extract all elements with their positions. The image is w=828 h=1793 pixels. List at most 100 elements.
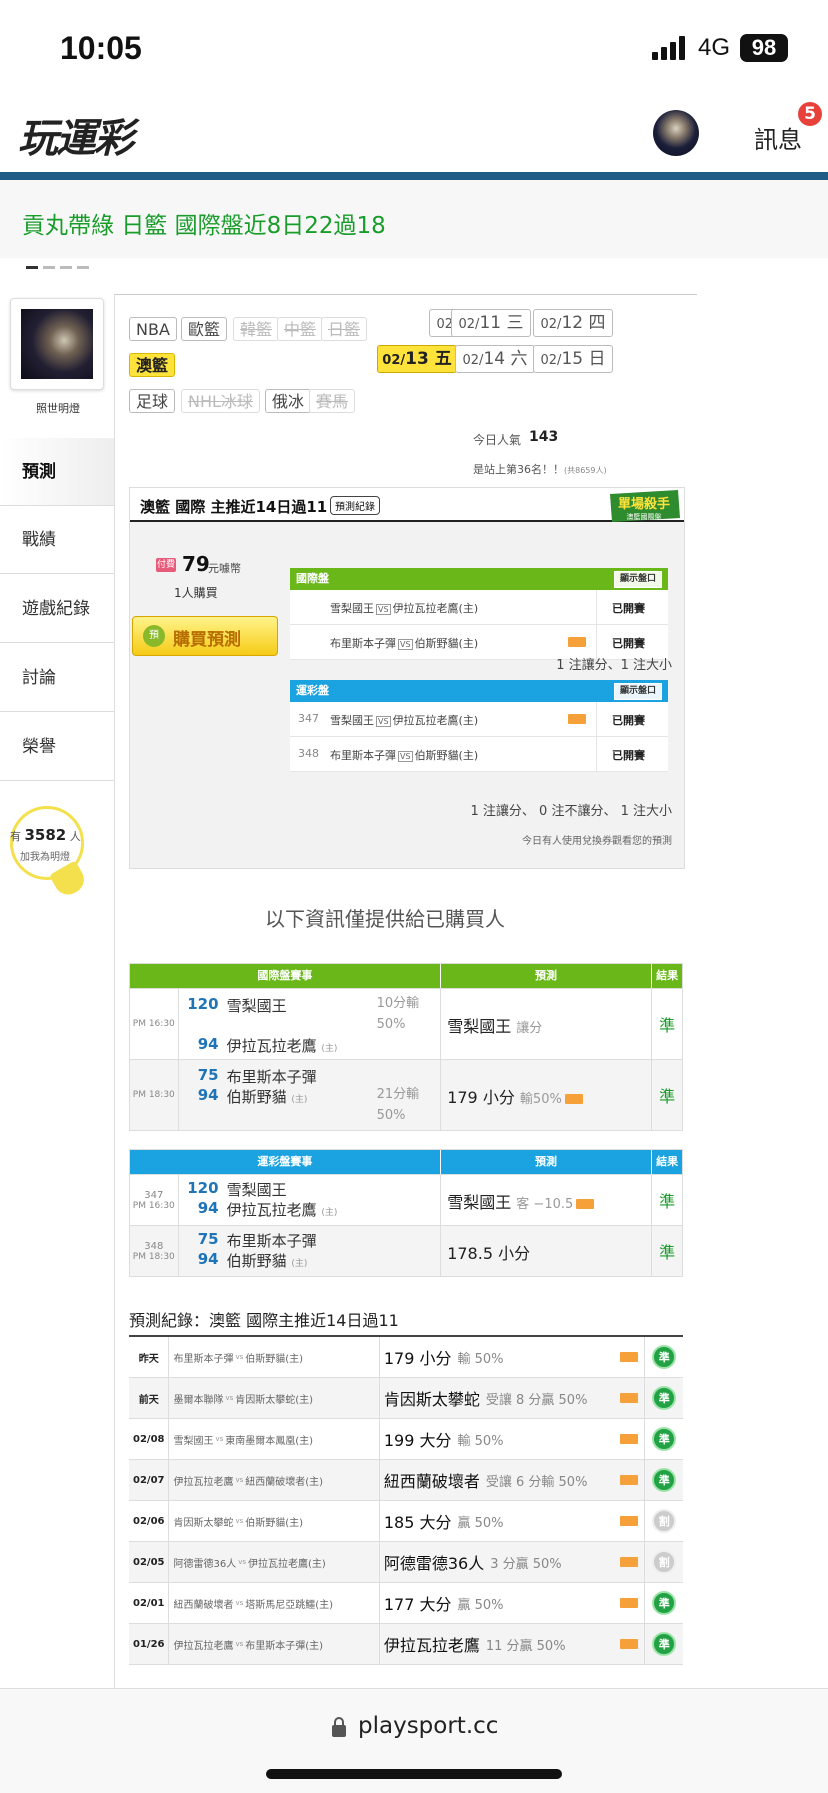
result-mark: 準 — [659, 1016, 676, 1035]
league-tag-nhl: NHL冰球 — [181, 389, 260, 413]
result-badge: 準 — [652, 1468, 677, 1492]
league-tag-nbl[interactable]: 澳籃 — [129, 353, 176, 377]
record-pick: 肯因斯太攀蛇 受讓 8 分贏 50% — [380, 1378, 646, 1418]
record-match[interactable]: 布里斯本子彈 vs 伯斯野貓(主) — [169, 1337, 380, 1377]
table-row: 347 PM 16:30 120 雪梨國王 94 伊拉瓦拉老鷹 (主) 雪梨國王 … — [130, 1174, 682, 1225]
lock-icon — [620, 1639, 639, 1649]
lock-icon — [620, 1393, 639, 1403]
record-date: 02/01 — [129, 1583, 170, 1623]
lock-icon — [620, 1475, 639, 1485]
site-header: 玩運彩 訊息 5 — [0, 92, 828, 172]
browser-url-bar[interactable]: playsport.cc — [0, 1688, 828, 1793]
nav-game-history[interactable]: 遊戲紀錄 — [0, 575, 114, 643]
record-match[interactable]: 紐西蘭破壞者 vs 塔斯馬尼亞跳鱷(主) — [169, 1583, 380, 1623]
prediction-header: 澳籃 國際 主推近14日過11 預測紀錄 — [130, 488, 684, 522]
nav-record[interactable]: 戰績 — [0, 506, 114, 574]
record-pick: 179 小分輸 50% — [380, 1337, 646, 1377]
record-match[interactable]: 雪梨國王 vs 東南墨爾本鳳凰(主) — [169, 1419, 380, 1459]
record-title: 預測紀錄：澳籃 國際主推近14日過11 — [129, 1311, 399, 1330]
league-tag-kbl: 韓籃 — [233, 317, 280, 341]
table-row: 347 雪梨國王 VS 伊拉瓦拉老鷹(主) 已開賽 — [290, 702, 668, 737]
date-0214[interactable]: 02/14 六 — [455, 345, 535, 373]
league-tag-khl[interactable]: 俄冰 — [265, 389, 312, 413]
show-odds-button[interactable]: 顯示盤口 — [613, 571, 662, 588]
badge-title: 單場殺手 — [618, 496, 670, 512]
price-unit: 元噱幣 — [208, 562, 241, 575]
record-date: 前天 — [129, 1378, 170, 1418]
record-pick: 177 大分贏 50% — [380, 1583, 646, 1623]
record-date: 昨天 — [129, 1337, 170, 1377]
nav-discussion[interactable]: 討論 — [0, 644, 114, 712]
intl-results-header: 國際盤賽事 預測 結果 — [130, 964, 682, 988]
lock-icon — [568, 714, 586, 724]
record-match[interactable]: 伊拉瓦拉老鷹 vs 布里斯本子彈(主) — [169, 1624, 380, 1664]
record-match[interactable]: 阿德雷德36人 vs 伊拉瓦拉老鷹(主) — [169, 1542, 380, 1582]
main-panel: NBA 歐籃 韓籃 中籃 日籃 澳籃 足球 NHL冰球 俄冰 賽馬 02/10 … — [114, 294, 697, 1695]
result-badge: 準 — [652, 1591, 677, 1615]
buyer-count: 1人購買 — [174, 586, 218, 600]
site-logo[interactable]: 玩運彩 — [18, 106, 134, 164]
buy-prediction-button[interactable]: 預 購買預測 — [132, 616, 278, 656]
buy-label: 購買預測 — [173, 630, 241, 650]
record-row: 02/01 紐西蘭破壞者 vs 塔斯馬尼亞跳鱷(主) 177 大分贏 50% 準 — [129, 1583, 683, 1624]
popularity-value: 143 — [529, 429, 559, 445]
intl-results-table: 國際盤賽事 預測 結果 PM 16:30 120 雪梨國王 94 伊拉瓦拉老鷹 … — [129, 963, 683, 1131]
lottery-results-table: 運彩盤賽事 預測 結果 347 PM 16:30 120 雪梨國王 94 伊拉瓦拉… — [129, 1149, 683, 1277]
profile-card[interactable] — [10, 298, 104, 390]
date-0212[interactable]: 02/12 四 — [533, 309, 613, 337]
record-match[interactable]: 肯因斯太攀蛇 vs 伯斯野貓(主) — [169, 1501, 380, 1541]
nav-honor[interactable]: 榮譽 — [0, 713, 114, 781]
logo-text: 玩運彩 — [18, 115, 134, 162]
date-0215[interactable]: 02/15 日 — [533, 345, 613, 373]
table-row: 348 布里斯本子彈 VS 伯斯野貓(主) 已開賽 — [290, 737, 668, 772]
table-row: PM 16:30 120 雪梨國王 94 伊拉瓦拉老鷹 (主) 10分輸 50% … — [130, 988, 682, 1059]
record-match[interactable]: 墨爾本聯隊 vs 肯因斯太攀蛇(主) — [169, 1378, 380, 1418]
signal-icon — [652, 36, 685, 60]
lock-icon — [568, 637, 586, 647]
lottery-odds-table: 運彩盤 顯示盤口 347 雪梨國王 VS 伊拉瓦拉老鷹(主) 已開賽 348 布里斯… — [290, 680, 668, 772]
messages-badge: 5 — [798, 102, 822, 126]
coin-icon: 付費 — [156, 558, 176, 572]
record-pick: 伊拉瓦拉老鷹 11 分贏 50% — [380, 1624, 646, 1664]
url-text: playsport.cc — [358, 1713, 499, 1739]
lock-icon — [620, 1516, 639, 1526]
date-0213[interactable]: 02/13 五 — [377, 345, 457, 373]
record-date: 02/07 — [129, 1460, 170, 1500]
lottery-results-header: 運彩盤賽事 預測 結果 — [130, 1150, 682, 1174]
record-pick: 紐西蘭破壞者 受讓 6 分輸 50% — [380, 1460, 646, 1500]
league-tag-nba[interactable]: NBA — [129, 317, 177, 341]
nav-predict[interactable]: 預測 — [0, 438, 114, 506]
follow-cta[interactable]: 加我為明燈 — [20, 848, 70, 863]
result-badge: 準 — [652, 1427, 677, 1451]
record-row: 01/26 伊拉瓦拉老鷹 vs 布里斯本子彈(主) 伊拉瓦拉老鷹 11 分贏 50% 準 — [129, 1624, 683, 1665]
show-odds-button[interactable]: 顯示盤口 — [613, 683, 662, 700]
result-badge: 準 — [652, 1345, 677, 1369]
promo-banner[interactable]: 貢丸帶綠 日籃 國際盤近8日22過18 — [0, 180, 828, 258]
intl-summary: 1 注讓分、1 注大小 — [556, 658, 672, 673]
prediction-record-button[interactable]: 預測紀錄 — [330, 496, 380, 515]
league-tag-soccer[interactable]: 足球 — [129, 389, 176, 413]
fans-suffix: 人 — [69, 830, 81, 843]
rank-text: 是站上第36名！！ — [473, 463, 564, 476]
record-date: 02/08 — [129, 1419, 170, 1459]
header-divider — [0, 172, 828, 180]
result-badge: 準 — [652, 1632, 677, 1656]
price-value: 79 — [182, 552, 210, 576]
predict-icon: 預 — [143, 625, 165, 647]
profile-avatar — [21, 309, 93, 379]
league-tag-euro[interactable]: 歐籃 — [181, 317, 228, 341]
rank-sub: (共8659人) — [564, 466, 607, 475]
table-row: PM 18:30 75 布里斯本子彈 94 伯斯野貓 (主) 21分輸 50% 1… — [130, 1059, 682, 1130]
record-table: 昨天 布里斯本子彈 vs 伯斯野貓(主) 179 小分輸 50% 準前天 墨爾本聯隊 vs 肯因… — [129, 1335, 683, 1665]
status-text: 已開賽 — [612, 637, 645, 650]
record-row: 昨天 布里斯本子彈 vs 伯斯野貓(主) 179 小分輸 50% 準 — [129, 1337, 683, 1378]
prediction-title: 澳籃 國際 主推近14日過11 — [140, 498, 328, 516]
user-avatar[interactable] — [653, 110, 699, 156]
date-0211[interactable]: 02/11 三 — [451, 309, 531, 337]
record-date: 02/06 — [129, 1501, 170, 1541]
lock-body-icon — [332, 1725, 346, 1737]
home-indicator[interactable] — [266, 1769, 562, 1779]
table-row: 348 PM 18:30 75 布里斯本子彈 94 伯斯野貓 (主) 178.5 … — [130, 1225, 682, 1276]
messages-link[interactable]: 訊息 — [754, 120, 802, 155]
record-match[interactable]: 伊拉瓦拉老鷹 vs 紐西蘭破壞者(主) — [169, 1460, 380, 1500]
